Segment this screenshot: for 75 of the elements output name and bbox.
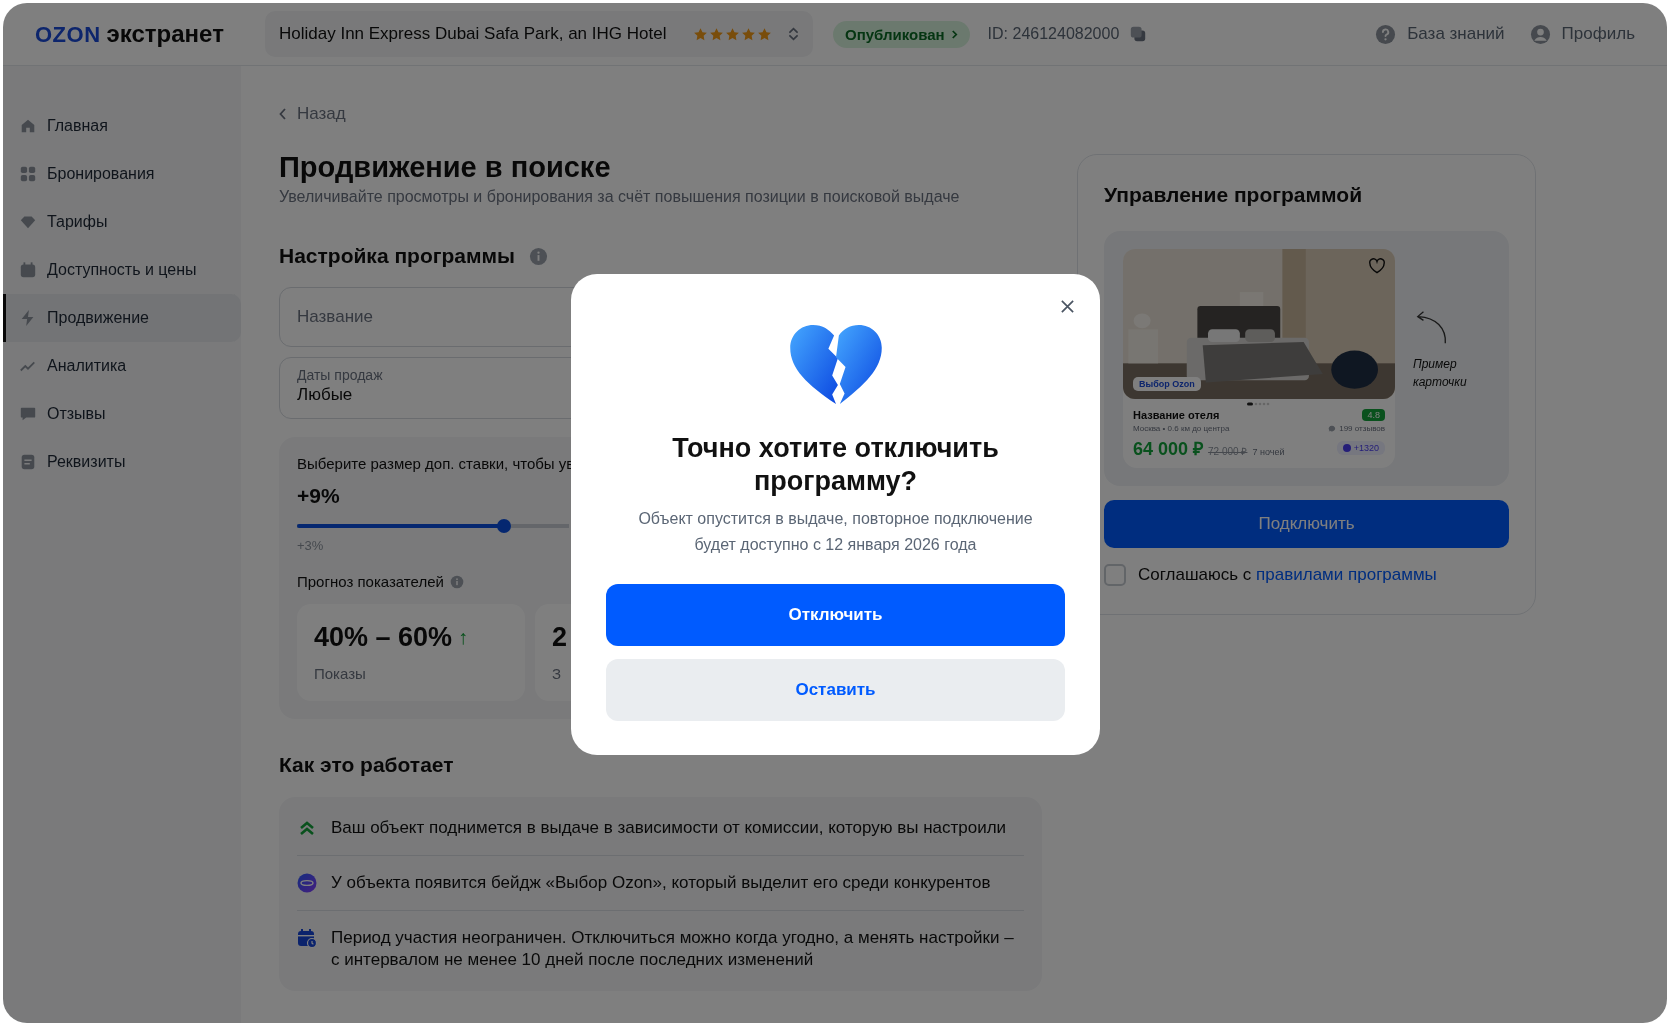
help-icon [1375, 23, 1397, 45]
rating-badge: 4.8 [1362, 409, 1385, 421]
disable-button[interactable]: Отключить [606, 584, 1065, 646]
sidebar-item[interactable]: Реквизиты [3, 438, 241, 486]
knowledge-base-link[interactable]: База знаний [1375, 23, 1505, 45]
document-icon [19, 453, 37, 471]
trend-arrow: ↑ [458, 626, 469, 649]
home-icon [19, 117, 37, 135]
comment-icon [1328, 424, 1337, 433]
metric-value: 40% – 60% [314, 622, 453, 653]
calendar-icon [19, 261, 37, 279]
hotel-name: Название отеля [1133, 409, 1220, 421]
star-icon [709, 26, 724, 42]
info-text: Ваш объект поднимется в выдаче в зависимости от комиссии, которую вы настроили [331, 817, 1007, 839]
logo-text: экстранет [106, 20, 224, 48]
section-title: Как это работает [279, 753, 455, 777]
sidebar-item[interactable]: Доступность и цены [3, 246, 241, 294]
close-icon[interactable] [1060, 299, 1075, 314]
grid-icon [19, 165, 37, 183]
status-badge[interactable]: Опубликован [833, 20, 970, 48]
page-subtitle: Увеличивайте просмотры и бронирования за счёт повышения позиции в поисковой выдаче [279, 188, 961, 206]
sidebar-item[interactable]: Главная [3, 102, 241, 150]
info-text: Период участия неограничен. Отключиться можно когда угодно, а менять настройки – с интервалом не менее 10 дней после последних изменений [331, 927, 1015, 971]
dialog-message: Объект опустится в выдаче, повторное подключение будет доступно с 12 января 2026 года [637, 509, 1034, 555]
info-icon[interactable] [449, 574, 464, 589]
old-price: 72 000 ₽ [1208, 445, 1248, 458]
bid-value: +9% [297, 484, 341, 508]
chevron-left-icon [279, 108, 287, 120]
sidebar-item[interactable]: Аналитика [3, 342, 241, 390]
sidebar-item[interactable]: Отзывы [3, 390, 241, 438]
profile-link[interactable]: Профиль [1529, 23, 1635, 45]
hotel-selector[interactable]: Holiday Inn Express Dubai Safa Park, an IHG Hotel [265, 11, 813, 57]
connect-button[interactable]: Подключить [1104, 500, 1509, 548]
info-icon[interactable] [529, 246, 548, 266]
review-count: 199 отзывов [1339, 424, 1385, 433]
info-text: У объекта появится бейдж «Выбор Ozon», который выделит его среди конкурентов [331, 872, 991, 894]
sidebar-item[interactable]: Бронирования [3, 150, 241, 198]
user-icon [1529, 23, 1551, 45]
star-icon [757, 26, 772, 42]
back-link[interactable]: Назад [279, 104, 1042, 124]
calendar-clock-icon [297, 928, 317, 948]
metric-value: 2 [552, 622, 568, 653]
star-icon [693, 26, 708, 42]
favorite-icon[interactable] [1368, 258, 1386, 274]
copy-icon[interactable] [1129, 25, 1148, 43]
panel-title: Управление программой [1104, 183, 1364, 207]
slider-thumb[interactable] [496, 519, 511, 533]
choice-badge: Выбор Ozon [1133, 377, 1201, 391]
badge-icon [297, 873, 317, 893]
sort-icon [788, 26, 799, 42]
metric-caption: Показы [314, 665, 367, 682]
metric-caption: З [552, 665, 563, 682]
chevron-icon [950, 28, 958, 40]
keep-button[interactable]: Оставить [606, 659, 1065, 721]
bonus-badge: +1320 [1336, 441, 1385, 455]
agree-label: Соглашаюсь с правилами программы [1138, 565, 1437, 585]
hotel-id: ID: 246124082000 [987, 25, 1120, 43]
section-title: Настройка программы [279, 244, 515, 268]
hotel-location: Москва • 0.6 км до центра [1133, 424, 1230, 433]
dialog-title: Точно хотите отключить программу? [671, 432, 1000, 498]
sidebar-item[interactable]: Тарифы [3, 198, 241, 246]
program-rules-link[interactable]: правилами программы [1256, 565, 1437, 584]
logo-wordmark[interactable]: OZON [35, 22, 101, 48]
sidebar-item[interactable]: Продвижение [3, 294, 241, 342]
forecast-title: Прогноз показателей [297, 573, 444, 590]
star-icon [725, 26, 740, 42]
star-icon [741, 26, 756, 42]
chat-icon [19, 405, 37, 423]
page-title: Продвижение в поиске [279, 150, 612, 184]
agree-checkbox[interactable] [1104, 564, 1126, 586]
sample-caption: Пример карточки [1413, 356, 1468, 391]
price: 64 000 ₽ [1133, 438, 1204, 460]
nights-count: 7 ночей [1252, 447, 1285, 457]
broken-heart-icon [787, 324, 884, 406]
points-icon [1342, 444, 1351, 452]
